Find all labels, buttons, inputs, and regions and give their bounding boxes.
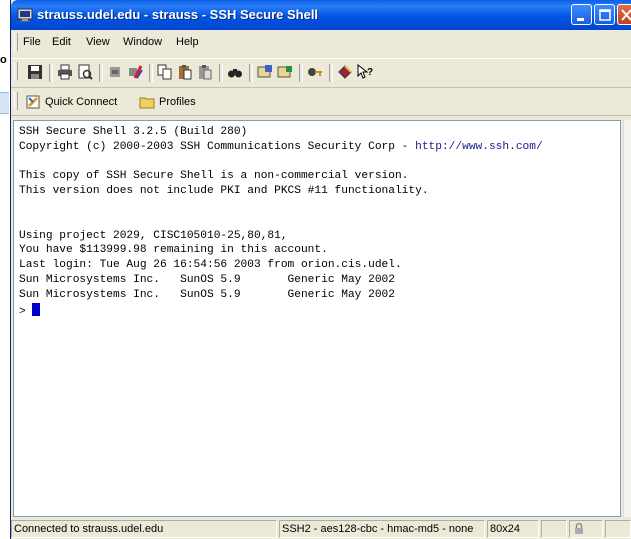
toolbar-separator <box>249 64 253 82</box>
paste-alt-icon[interactable] <box>197 64 213 80</box>
toolbar-grip <box>14 62 18 80</box>
print-icon[interactable] <box>57 64 73 80</box>
disconnect-icon[interactable] <box>127 64 143 80</box>
find-icon[interactable] <box>227 64 243 80</box>
menu-edit[interactable]: Edit <box>52 36 71 48</box>
menu-grip <box>14 33 18 51</box>
close-button[interactable] <box>617 4 631 25</box>
key-icon[interactable] <box>307 64 323 80</box>
status-last-pane <box>605 520 631 538</box>
cipher-status: SSH2 - aes128-cbc - hmac-md5 - none <box>279 520 485 538</box>
background-desktop <box>0 0 10 539</box>
menu-bar: File Edit View Window Help <box>11 30 631 54</box>
padlock-icon <box>575 522 583 534</box>
profile-bar-grip <box>14 92 18 110</box>
status-empty-pane <box>541 520 567 538</box>
terminal-app-icon <box>17 8 33 22</box>
window-title: strauss.udel.edu - strauss - SSH Secure … <box>37 7 319 22</box>
maximize-button[interactable] <box>594 4 615 25</box>
settings-icon[interactable] <box>257 64 273 80</box>
profile-settings-icon[interactable] <box>277 64 293 80</box>
background-highlight <box>0 92 9 114</box>
toolbar-separator <box>219 64 223 82</box>
folder-icon <box>139 97 155 109</box>
copy-icon[interactable] <box>157 64 173 80</box>
status-bar: Connected to strauss.udel.edu SSH2 - aes… <box>11 519 631 539</box>
copyright-url[interactable]: http://www.ssh.com/ <box>415 141 543 153</box>
title-bar[interactable]: strauss.udel.edu - strauss - SSH Secure … <box>11 0 631 30</box>
connect-icon[interactable] <box>107 64 123 80</box>
print-preview-icon[interactable] <box>77 64 93 80</box>
toolbar-separator <box>149 64 153 82</box>
lock-status-pane <box>569 520 603 538</box>
quick-connect-icon <box>26 95 40 109</box>
vertical-scrollbar[interactable] <box>623 120 631 517</box>
svg-text:?: ? <box>367 67 373 78</box>
context-help-icon[interactable]: ? <box>357 64 373 80</box>
toolbar-separator <box>99 64 103 82</box>
menu-window[interactable]: Window <box>123 36 162 48</box>
terminal-output: SSH Secure Shell 3.2.5 (Build 280) Copyr… <box>19 126 543 318</box>
paste-icon[interactable] <box>177 64 193 80</box>
connection-status: Connected to strauss.udel.edu <box>11 520 277 538</box>
toolbar-separator <box>49 64 53 82</box>
menu-help[interactable]: Help <box>176 36 199 48</box>
ssh-window: strauss.udel.edu - strauss - SSH Secure … <box>10 0 631 539</box>
toolbar-separator <box>329 64 333 82</box>
profile-bar: Quick Connect Profiles <box>11 89 631 116</box>
profiles-button[interactable]: Profiles <box>139 94 209 110</box>
text-cursor <box>32 302 41 316</box>
terminal-view[interactable]: SSH Secure Shell 3.2.5 (Build 280) Copyr… <box>13 120 621 517</box>
minimize-button[interactable] <box>571 4 592 25</box>
quick-connect-button[interactable]: Quick Connect <box>25 94 135 110</box>
toolbar: ? <box>11 58 631 88</box>
help-book-icon[interactable] <box>337 64 353 80</box>
shell-prompt: > <box>19 305 33 318</box>
save-icon[interactable] <box>27 64 43 80</box>
terminal-size-status: 80x24 <box>487 520 539 538</box>
menu-file[interactable]: File <box>23 36 41 48</box>
menu-view[interactable]: View <box>86 36 110 48</box>
toolbar-separator <box>299 64 303 82</box>
background-text: o <box>0 54 7 66</box>
